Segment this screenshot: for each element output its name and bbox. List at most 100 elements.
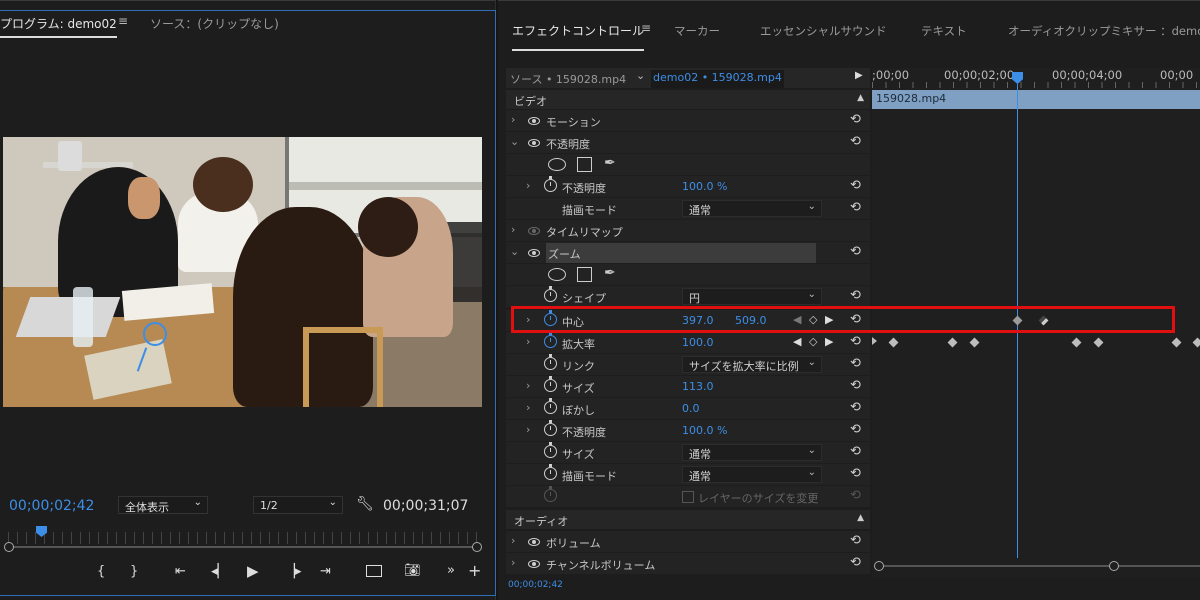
- chevron-down-icon[interactable]: ⌄: [510, 135, 519, 148]
- wrench-icon[interactable]: 🔧︎: [356, 496, 374, 512]
- property-row-blend2[interactable]: 描画モード 通常 ⌄ ⟲: [506, 464, 870, 486]
- chevron-right-icon[interactable]: ›: [511, 113, 515, 126]
- add-keyframe-icon[interactable]: ◇: [809, 335, 817, 348]
- step-forward-icon[interactable]: ▕▸: [285, 564, 302, 579]
- timeline-zoom-track[interactable]: [878, 565, 1200, 567]
- blend2-select[interactable]: 通常 ⌄: [682, 466, 822, 483]
- ellipse-mask-icon[interactable]: [548, 268, 566, 281]
- effect-row-channel-volume[interactable]: › チャンネルボリューム ⟲: [506, 553, 870, 575]
- current-timecode[interactable]: 00;00;02;42: [9, 498, 94, 514]
- reset-icon[interactable]: ⟲: [850, 334, 861, 349]
- video-section-header[interactable]: ビデオ ▲: [506, 90, 870, 110]
- time-ruler[interactable]: [8, 532, 478, 544]
- stopwatch-icon[interactable]: [544, 376, 557, 392]
- timeline-ruler[interactable]: [872, 68, 1200, 88]
- reset-icon[interactable]: ⟲: [850, 533, 861, 548]
- property-row-shape[interactable]: シェイプ 円 ⌄ ⟲: [506, 286, 870, 308]
- link-select[interactable]: サイズを拡大率に比例 ⌄: [682, 356, 822, 373]
- stopwatch-icon[interactable]: [544, 354, 557, 370]
- eye-icon[interactable]: [528, 139, 540, 147]
- reset-icon[interactable]: ⟲: [850, 466, 861, 481]
- source-clip-label[interactable]: ソース • 159028.mp4: [510, 71, 626, 87]
- reset-icon[interactable]: ⟲: [850, 288, 861, 303]
- collapse-up-icon[interactable]: ▲: [857, 93, 864, 103]
- stopwatch-icon[interactable]: [544, 176, 557, 192]
- next-keyframe-icon[interactable]: ▶: [825, 335, 833, 348]
- tab-markers[interactable]: マーカー: [674, 23, 720, 39]
- prev-keyframe-icon[interactable]: ◀: [793, 335, 801, 348]
- reset-icon[interactable]: ⟲: [850, 378, 861, 393]
- chevron-right-icon[interactable]: ›: [511, 534, 515, 547]
- rectangle-mask-icon[interactable]: [577, 267, 592, 282]
- property-row-link[interactable]: リンク サイズを拡大率に比例 ⌄ ⟲: [506, 354, 870, 376]
- tab-essential-sound[interactable]: エッセンシャルサウンド: [760, 23, 887, 39]
- scrub-track[interactable]: [8, 546, 478, 548]
- property-row-scale[interactable]: › 拡大率 100.0 ◀ ◇ ▶ ⟲: [506, 332, 870, 354]
- effect-row-opacity[interactable]: ⌄ 不透明度 ⟲: [506, 132, 870, 154]
- size2-select[interactable]: 通常 ⌄: [682, 444, 822, 461]
- effect-row-volume[interactable]: › ボリューム ⟲: [506, 531, 870, 553]
- timeline-zoom-end-handle[interactable]: [1109, 561, 1119, 571]
- property-row-size[interactable]: › サイズ 113.0 ⟲: [506, 376, 870, 398]
- layer-size-checkbox[interactable]: [682, 491, 694, 503]
- property-row-blur[interactable]: › ぼかし 0.0 ⟲: [506, 398, 870, 420]
- eye-icon[interactable]: [528, 249, 540, 257]
- reset-icon[interactable]: ⟲: [850, 200, 861, 215]
- rectangle-mask-icon[interactable]: [577, 157, 592, 172]
- resolution-select[interactable]: 1/2 ⌄: [253, 496, 343, 514]
- property-row-blend-mode[interactable]: 描画モード 通常 ⌄ ⟲: [506, 198, 870, 220]
- ellipse-mask-icon[interactable]: [548, 158, 566, 171]
- blur-value[interactable]: 0.0: [682, 402, 700, 415]
- safe-margins-icon[interactable]: [366, 565, 382, 577]
- stopwatch-icon[interactable]: [544, 442, 557, 458]
- go-to-in-icon[interactable]: ⇤: [175, 564, 186, 579]
- opacity-value[interactable]: 100.0 %: [682, 180, 727, 193]
- play-icon[interactable]: ▶: [247, 562, 259, 580]
- stopwatch-icon[interactable]: [544, 464, 557, 480]
- scale-value[interactable]: 100.0: [682, 336, 714, 349]
- mark-out-icon[interactable]: }: [130, 564, 138, 579]
- scrub-start-handle[interactable]: [4, 542, 14, 552]
- chevron-right-icon[interactable]: ›: [526, 401, 530, 414]
- effect-row-time-remap[interactable]: › タイムリマップ: [506, 220, 870, 242]
- stopwatch-icon[interactable]: [544, 420, 557, 436]
- eye-icon[interactable]: [528, 560, 540, 568]
- sequence-clip-label[interactable]: demo02 • 159028.mp4: [651, 70, 784, 88]
- stopwatch-icon[interactable]: [544, 398, 557, 414]
- eye-icon[interactable]: [528, 117, 540, 125]
- pen-mask-icon[interactable]: ✒︎: [604, 265, 616, 281]
- pen-mask-icon[interactable]: ✒︎: [604, 155, 616, 171]
- mark-in-icon[interactable]: {: [97, 564, 105, 579]
- tab-audio-clip-mixer[interactable]: オーディオクリップミキサー ：demo02: [1008, 23, 1200, 39]
- chevron-right-icon[interactable]: ›: [526, 335, 530, 348]
- effect-row-zoom[interactable]: ⌄ ズーム ⟲: [506, 242, 870, 264]
- effect-row-motion[interactable]: › モーション ⟲: [506, 110, 870, 132]
- tab-source[interactable]: ソース：(クリップなし): [150, 15, 279, 32]
- export-frame-icon[interactable]: 📷︎: [404, 563, 421, 578]
- expand-timeline-icon[interactable]: ▶: [855, 70, 863, 81]
- reset-icon[interactable]: ⟲: [850, 555, 861, 570]
- scrub-end-handle[interactable]: [472, 542, 482, 552]
- chevron-down-icon[interactable]: ⌄: [636, 69, 645, 82]
- reset-icon[interactable]: ⟲: [850, 134, 861, 149]
- chevron-right-icon[interactable]: ›: [526, 379, 530, 392]
- go-to-out-icon[interactable]: ⇥: [320, 564, 331, 579]
- zoom-center-marker[interactable]: [143, 322, 167, 346]
- keyframe-marker[interactable]: [872, 337, 877, 345]
- property-row-opacity2[interactable]: › 不透明度 100.0 % ⟲: [506, 420, 870, 442]
- tab-text[interactable]: テキスト: [921, 23, 967, 39]
- chevron-right-icon[interactable]: ›: [526, 423, 530, 436]
- chevron-right-icon[interactable]: ›: [511, 556, 515, 569]
- opacity2-value[interactable]: 100.0 %: [682, 424, 727, 437]
- more-controls-icon[interactable]: »: [447, 563, 455, 578]
- size-value[interactable]: 113.0: [682, 380, 714, 393]
- hamburger-icon[interactable]: ≡: [641, 21, 651, 35]
- stopwatch-icon[interactable]: [544, 286, 557, 302]
- reset-icon[interactable]: ⟲: [850, 112, 861, 127]
- chevron-right-icon[interactable]: ›: [526, 179, 530, 192]
- audio-section-header[interactable]: オーディオ ▲: [506, 510, 870, 530]
- reset-icon[interactable]: ⟲: [850, 444, 861, 459]
- reset-icon[interactable]: ⟲: [850, 178, 861, 193]
- stopwatch-icon[interactable]: [544, 332, 557, 348]
- blend-mode-select[interactable]: 通常 ⌄: [682, 200, 822, 217]
